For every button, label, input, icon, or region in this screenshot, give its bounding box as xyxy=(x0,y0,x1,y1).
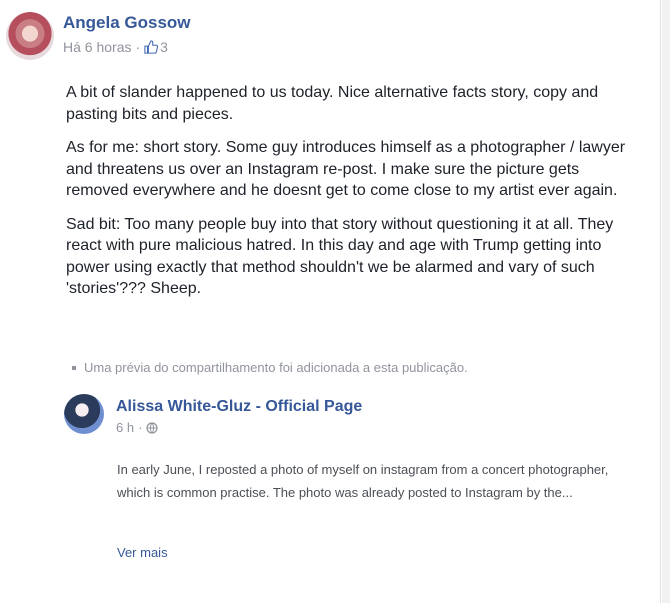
reactions[interactable]: 3 xyxy=(144,39,168,55)
author-name[interactable]: Angela Gossow xyxy=(63,13,191,33)
share-note-text: Uma prévia do compartilhamento foi adici… xyxy=(84,360,468,375)
facebook-post: Angela Gossow Há 6 horas · 3 A bit of sl… xyxy=(0,0,661,603)
shared-post-meta: 6 h · xyxy=(116,420,159,435)
see-more-link[interactable]: Ver mais xyxy=(117,545,168,560)
post-body: A bit of slander happened to us today. N… xyxy=(66,82,626,312)
post-meta: Há 6 horas · 3 xyxy=(63,39,168,55)
share-preview-note: Uma prévia do compartilhamento foi adici… xyxy=(72,360,468,375)
shared-post-text: In early June, I reposted a photo of mys… xyxy=(117,462,609,500)
globe-icon[interactable] xyxy=(146,421,159,434)
shared-timestamp[interactable]: 6 h xyxy=(116,420,134,435)
shared-author-avatar[interactable] xyxy=(64,394,104,434)
bullet-icon xyxy=(72,365,76,370)
meta-separator: · xyxy=(135,39,141,55)
post-paragraph: As for me: short story. Some guy introdu… xyxy=(66,139,626,199)
shared-author-name[interactable]: Alissa White-Gluz - Official Page xyxy=(116,398,362,416)
thumbs-up-icon xyxy=(144,40,159,54)
post-paragraph: Sad bit: Too many people buy into that s… xyxy=(66,215,614,298)
author-avatar[interactable] xyxy=(6,12,54,60)
post-timestamp[interactable]: Há 6 horas xyxy=(63,39,131,55)
meta-separator: · xyxy=(138,420,143,435)
post-paragraph: A bit of slander happened to us today. N… xyxy=(66,84,599,123)
shared-post[interactable]: Alissa White-Gluz - Official Page 6 h · … xyxy=(64,388,644,603)
reaction-count: 3 xyxy=(160,39,168,55)
scrollbar[interactable] xyxy=(662,0,670,603)
